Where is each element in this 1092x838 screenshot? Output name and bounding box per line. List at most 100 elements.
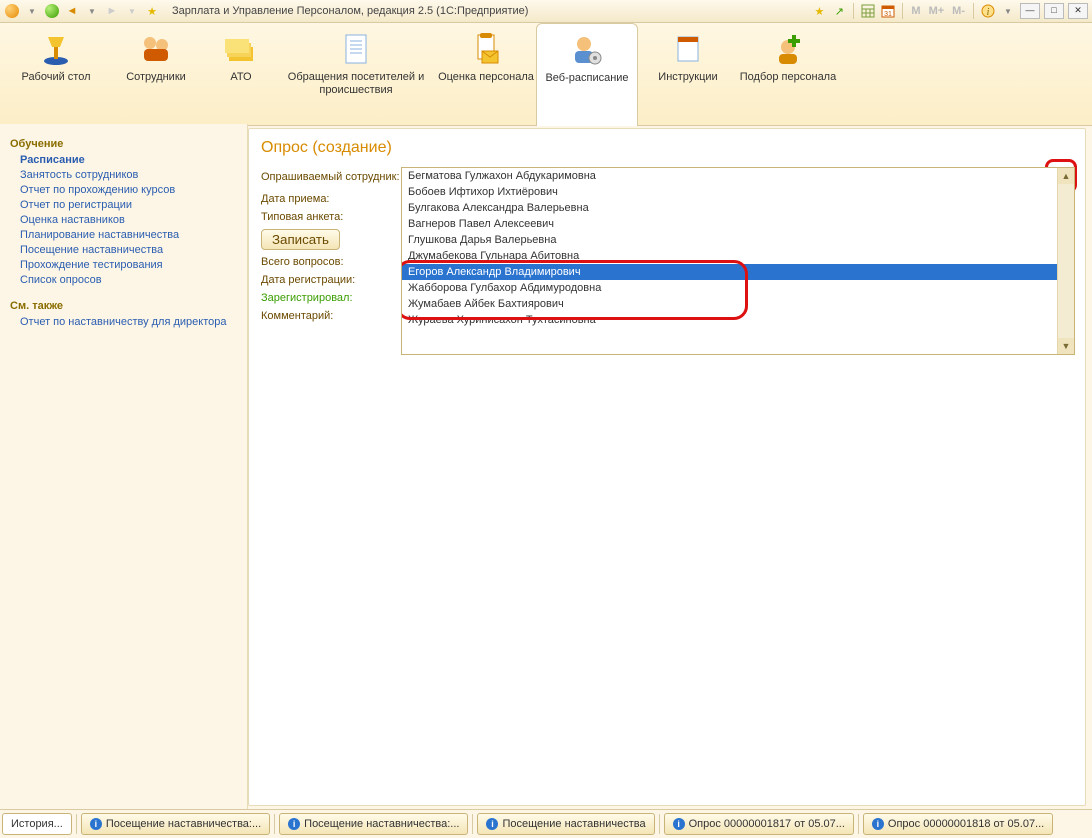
task-label: Посещение наставничества:... — [304, 818, 459, 830]
m-minus-button[interactable]: M- — [950, 5, 967, 17]
sidebar-section-seealso: См. также — [10, 300, 237, 312]
desk-lamp-icon — [38, 31, 74, 67]
dropdown-item[interactable]: Глушкова Дарья Валерьевна — [402, 232, 1074, 248]
separator — [472, 814, 473, 834]
link-icon[interactable]: ↗ — [831, 3, 847, 19]
info-icon: i — [90, 818, 102, 830]
task-label: Посещение наставничества:... — [106, 818, 261, 830]
sidebar-item-reg-report[interactable]: Отчет по регистрации — [20, 199, 237, 211]
tool-desktop[interactable]: Рабочий стол — [6, 23, 106, 125]
nav-back-icon[interactable]: ◄ — [64, 3, 80, 19]
main-toolbar: Рабочий стол Сотрудники АТО Обращения по… — [0, 23, 1092, 126]
close-button[interactable]: ✕ — [1068, 3, 1088, 19]
info-icon[interactable]: i — [980, 3, 996, 19]
tool-recruitment[interactable]: Подбор персонала — [738, 23, 838, 125]
nav-fwd-icon[interactable]: ► — [104, 3, 120, 19]
separator — [274, 814, 275, 834]
task-tab[interactable]: iОпрос 00000001817 от 05.07... — [664, 813, 854, 835]
tool-employees[interactable]: Сотрудники — [106, 23, 206, 125]
svg-text:31: 31 — [885, 11, 893, 18]
nav-fwd-menu-icon[interactable]: ▼ — [124, 3, 140, 19]
dropdown-item[interactable]: Егоров Александр Владимирович — [402, 264, 1074, 280]
taskbar: История... i Посещение наставничества:...… — [0, 809, 1092, 838]
separator — [858, 814, 859, 834]
dropdown-item[interactable]: Жураева Хуринисахон Тухтасиновна — [402, 312, 1074, 328]
sidebar-item-availability[interactable]: Занятость сотрудников — [20, 169, 237, 181]
separator — [853, 3, 854, 19]
info-icon: i — [872, 818, 884, 830]
refresh-icon[interactable] — [44, 3, 60, 19]
favorite-add-icon[interactable]: ★ — [811, 3, 827, 19]
task-tab[interactable]: i Посещение наставничества:... — [279, 813, 468, 835]
task-tab[interactable]: iПосещение наставничества — [477, 813, 654, 835]
tool-label: Оценка персонала — [438, 71, 534, 84]
task-history[interactable]: История... — [2, 813, 72, 835]
tool-label: Обращения посетителей и происшествия — [276, 71, 436, 97]
task-label: Опрос 00000001817 от 05.07... — [689, 818, 845, 830]
info-icon: i — [486, 818, 498, 830]
info-icon: i — [288, 818, 300, 830]
dropdown-app-icon[interactable]: ▼ — [24, 3, 40, 19]
app-icon[interactable] — [4, 3, 20, 19]
dropdown-item[interactable]: Булгакова Александра Валерьевна — [402, 200, 1074, 216]
sidebar-item-schedule[interactable]: Расписание — [20, 154, 237, 166]
label-employee: Опрашиваемый сотрудник: — [261, 171, 401, 183]
svg-text:i: i — [987, 7, 990, 18]
tool-label: Рабочий стол — [21, 71, 90, 84]
task-label: История... — [11, 818, 63, 830]
minimize-button[interactable]: — — [1020, 3, 1040, 19]
task-tab[interactable]: i Посещение наставничества:... — [81, 813, 270, 835]
content-panel: Опрос (создание) Опрашиваемый сотрудник:… — [248, 128, 1086, 806]
nav-back-menu-icon[interactable]: ▼ — [84, 3, 100, 19]
dropdown-item[interactable]: Жабборова Гулбахор Абдимуродовна — [402, 280, 1074, 296]
m-button[interactable]: M — [909, 5, 922, 17]
dropdown-item[interactable]: Вагнеров Павел Алексеевич — [402, 216, 1074, 232]
label-reg-date: Дата регистрации: — [261, 274, 401, 286]
dropdown-item[interactable]: Жумабаев Айбек Бахтиярович — [402, 296, 1074, 312]
tool-label: Сотрудники — [126, 71, 186, 84]
sidebar-item-director-report[interactable]: Отчет по наставничеству для директора — [20, 316, 237, 328]
calc-icon[interactable] — [860, 3, 876, 19]
sidebar-item-mentor-visit[interactable]: Посещение наставничества — [20, 244, 237, 256]
window-title: Зарплата и Управление Персоналом, редакц… — [164, 5, 807, 17]
info-menu-icon[interactable]: ▼ — [1000, 3, 1016, 19]
tool-ato[interactable]: АТО — [206, 23, 276, 125]
favorite-star-icon[interactable]: ★ — [144, 3, 160, 19]
sidebar-item-course-report[interactable]: Отчет по прохождению курсов — [20, 184, 237, 196]
dropdown-item[interactable]: Бобоев Ифтихор Ихтиёрович — [402, 184, 1074, 200]
tool-incidents[interactable]: Обращения посетителей и происшествия — [276, 23, 436, 125]
tool-web-schedule[interactable]: Веб-расписание — [536, 23, 638, 126]
save-button[interactable]: Записать — [261, 229, 340, 250]
folder-stack-icon — [223, 31, 259, 67]
maximize-button[interactable]: □ — [1044, 3, 1064, 19]
task-label: Опрос 00000001818 от 05.07... — [888, 818, 1044, 830]
sidebar-section-training: Обучение — [10, 138, 237, 150]
tool-instructions[interactable]: Инструкции — [638, 23, 738, 125]
separator — [973, 3, 974, 19]
employee-dropdown-list[interactable]: Бегматова Гулжахон АбдукаримовнаБобоев И… — [401, 167, 1075, 355]
sidebar-item-testing[interactable]: Прохождение тестирования — [20, 259, 237, 271]
scroll-down-icon[interactable]: ▼ — [1058, 338, 1074, 354]
sidebar-item-mentor-plan[interactable]: Планирование наставничества — [20, 229, 237, 241]
task-tab[interactable]: i Опрос 00000001818 от 05.07... — [863, 813, 1053, 835]
m-plus-button[interactable]: M+ — [927, 5, 947, 17]
tool-label: Инструкции — [658, 71, 717, 84]
dropdown-scrollbar[interactable]: ▲ ▼ — [1057, 168, 1074, 354]
scroll-up-icon[interactable]: ▲ — [1058, 168, 1074, 184]
label-hire-date: Дата приема: — [261, 193, 401, 205]
tool-evaluation[interactable]: Оценка персонала — [436, 23, 536, 125]
dropdown-item[interactable]: Бегматова Гулжахон Абдукаримовна — [402, 168, 1074, 184]
document-icon — [338, 31, 374, 67]
sidebar-item-mentor-eval[interactable]: Оценка наставников — [20, 214, 237, 226]
sidebar-item-surveys[interactable]: Список опросов — [20, 274, 237, 286]
separator — [76, 814, 77, 834]
person-gear-icon — [569, 32, 605, 68]
dropdown-item[interactable]: Джумабекова Гульнара Абитовна — [402, 248, 1074, 264]
calendar-icon[interactable]: 31 — [880, 3, 896, 19]
person-plus-icon — [770, 31, 806, 67]
clipboard-mail-icon — [468, 31, 504, 67]
label-comment: Комментарий: — [261, 310, 401, 322]
sidebar: Обучение Расписание Занятость сотруднико… — [0, 124, 248, 810]
label-registered-by: Зарегистрировал: — [261, 292, 401, 304]
page-icon — [670, 31, 706, 67]
